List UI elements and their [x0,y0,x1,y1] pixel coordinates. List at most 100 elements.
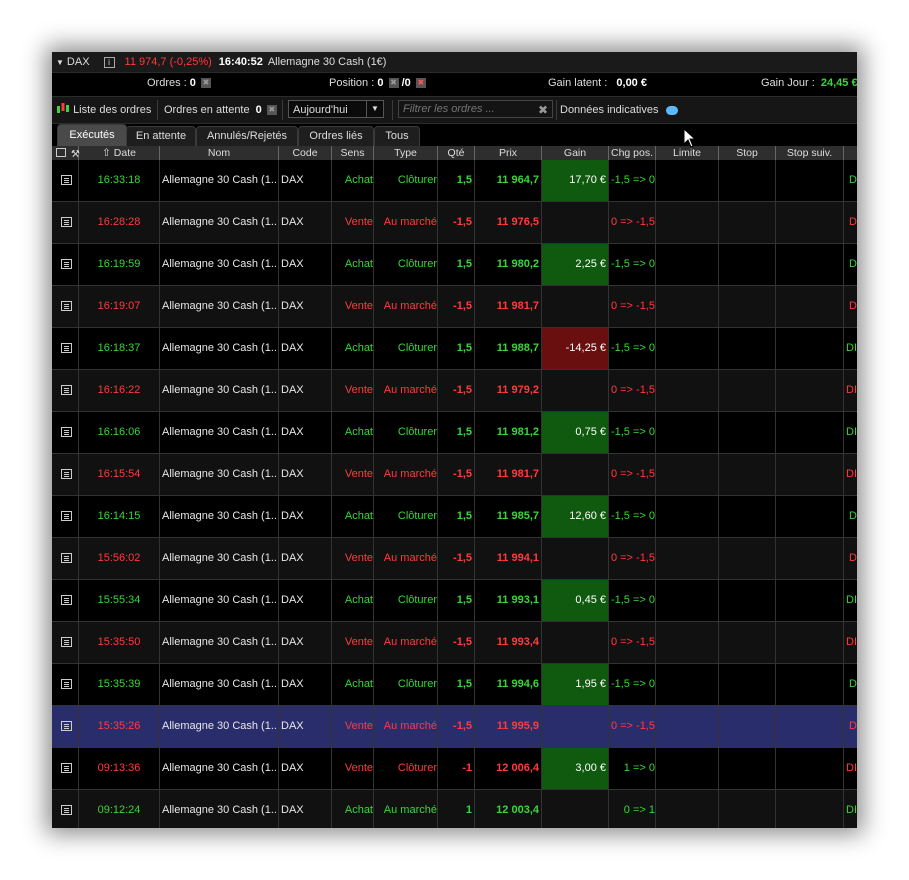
collapse-caret-icon[interactable]: ▼ [56,58,64,67]
cell-last: D [849,216,857,228]
position-close-icon[interactable]: ✖ [415,78,426,89]
order-details-icon[interactable] [61,721,72,731]
cell-prix: 11 993,4 [475,622,542,663]
cell-nom: Allemagne 30 Cash (1... [160,538,279,579]
position-cancel-icon[interactable]: ✖ [388,78,399,89]
table-row[interactable]: 16:28:28 Allemagne 30 Cash (1... DAX Vente A… [52,202,857,244]
order-details-icon[interactable] [61,259,72,269]
table-row[interactable]: 16:15:54 Allemagne 30 Cash (1... DAX Vente A… [52,454,857,496]
cell-type: Clôturer [374,580,438,621]
order-details-icon[interactable] [61,637,72,647]
tab-annules-rejetes[interactable]: Annulés/Rejetés [196,126,298,146]
table-row[interactable]: 16:18:37 Allemagne 30 Cash (1... DAX Achat C… [52,328,857,370]
column-type[interactable]: Type [374,146,438,160]
order-details-icon[interactable] [61,385,72,395]
table-row[interactable]: 16:16:06 Allemagne 30 Cash (1... DAX Achat C… [52,412,857,454]
column-date-label: Date [113,147,136,159]
cell-nom: Allemagne 30 Cash (1... [160,496,279,537]
filter-orders-input[interactable] [398,100,553,118]
orders-list-button[interactable]: Liste des ordres [56,101,151,119]
instrument-name: Allemagne 30 Cash (1€) [267,56,387,68]
cell-limite [656,328,719,369]
cell-stop [719,244,776,285]
column-prix[interactable]: Prix [475,146,542,160]
tab-en-attente[interactable]: En attente [126,126,196,146]
order-details-icon[interactable] [61,805,72,815]
table-row[interactable]: 09:13:36 Allemagne 30 Cash (1... DAX Vente C… [52,748,857,790]
order-details-icon[interactable] [61,763,72,773]
orders-table-body: 16:33:18 Allemagne 30 Cash (1... DAX Achat C… [52,160,857,828]
cell-qte: -1,5 [438,286,475,327]
table-row[interactable]: 16:19:07 Allemagne 30 Cash (1... DAX Vente A… [52,286,857,328]
cell-stop [719,790,776,828]
cell-code: DAX [279,202,332,243]
table-row[interactable]: 15:56:02 Allemagne 30 Cash (1... DAX Vente A… [52,538,857,580]
order-details-icon[interactable] [61,511,72,521]
cell-limite [656,748,719,789]
cell-last: D [849,258,857,270]
pending-cancel-icon[interactable]: ✖ [266,105,277,116]
table-row[interactable]: 16:19:59 Allemagne 30 Cash (1... DAX Achat C… [52,244,857,286]
column-stop-suiv[interactable]: Stop suiv. [776,146,844,160]
cell-gain: 0,45 € [542,580,609,621]
cell-gain [542,370,609,411]
cell-qte: 1,5 [438,496,475,537]
cell-date: 16:28:28 [79,202,160,243]
column-chg-pos[interactable]: Chg pos. [609,146,656,160]
orders-cancel-icon[interactable]: ✖ [200,78,211,89]
cell-date: 16:19:07 [79,286,160,327]
cell-sens: Vente [332,370,374,411]
table-row[interactable]: 15:35:39 Allemagne 30 Cash (1... DAX Achat C… [52,664,857,706]
instrument-code[interactable]: DAX [67,56,90,68]
order-details-icon[interactable] [61,343,72,353]
column-overflow[interactable] [844,146,857,160]
cell-sens: Vente [332,202,374,243]
pending-orders-button[interactable]: Ordres en attente 0 ✖ [164,101,277,119]
column-gain[interactable]: Gain [542,146,609,160]
table-row[interactable]: 16:14:15 Allemagne 30 Cash (1... DAX Achat C… [52,496,857,538]
info-icon[interactable]: i [103,56,115,68]
cell-stop [719,454,776,495]
column-limite[interactable]: Limite [656,146,719,160]
cell-prix: 11 979,2 [475,370,542,411]
table-row[interactable]: 16:33:18 Allemagne 30 Cash (1... DAX Achat C… [52,160,857,202]
column-qte[interactable]: Qté [438,146,475,160]
cell-type: Clôturer [374,496,438,537]
cell-limite [656,160,719,201]
tab-executes[interactable]: Exécutés [57,124,127,146]
clear-filter-icon[interactable]: ✖ [538,103,548,117]
tab-ordres-lies[interactable]: Ordres liés [298,126,374,146]
table-row[interactable]: 09:12:24 Allemagne 30 Cash (1... DAX Achat A… [52,790,857,828]
order-details-icon[interactable] [61,595,72,605]
cell-nom: Allemagne 30 Cash (1... [160,370,279,411]
cell-chg: 0 => -1,5 [609,622,656,663]
order-details-icon[interactable] [61,553,72,563]
chat-bubble-icon[interactable] [665,105,678,115]
table-row[interactable]: 15:35:26 Allemagne 30 Cash (1... DAX Vente A… [52,706,857,748]
cell-date: 16:18:37 [79,328,160,369]
orders-toolbar: Liste des ordres Ordres en attente 0 ✖ A… [52,96,857,124]
column-stop[interactable]: Stop [719,146,776,160]
column-sens[interactable]: Sens [332,146,374,160]
cell-nom: Allemagne 30 Cash (1... [160,622,279,663]
order-details-icon[interactable] [61,469,72,479]
tab-tous[interactable]: Tous [374,126,420,146]
header-tools[interactable]: ⚒ [52,146,80,160]
order-details-icon[interactable] [61,217,72,227]
table-row[interactable]: 15:55:34 Allemagne 30 Cash (1... DAX Achat C… [52,580,857,622]
period-select[interactable]: Aujourd'hui ▼ [288,100,384,118]
cell-gain: 1,95 € [542,664,609,705]
order-details-icon[interactable] [61,301,72,311]
column-nom[interactable]: Nom [160,146,279,160]
column-date[interactable]: ⇧ Date [79,146,160,160]
cell-stopsuiv [776,160,844,201]
order-details-icon[interactable] [61,679,72,689]
table-row[interactable]: 15:35:50 Allemagne 30 Cash (1... DAX Vente A… [52,622,857,664]
column-code[interactable]: Code [279,146,332,160]
document-icon[interactable] [56,148,66,157]
order-details-icon[interactable] [61,175,72,185]
order-details-icon[interactable] [61,427,72,437]
cell-gain: 17,70 € [542,160,609,201]
table-row[interactable]: 16:16:22 Allemagne 30 Cash (1... DAX Vente A… [52,370,857,412]
cell-code: DAX [279,538,332,579]
